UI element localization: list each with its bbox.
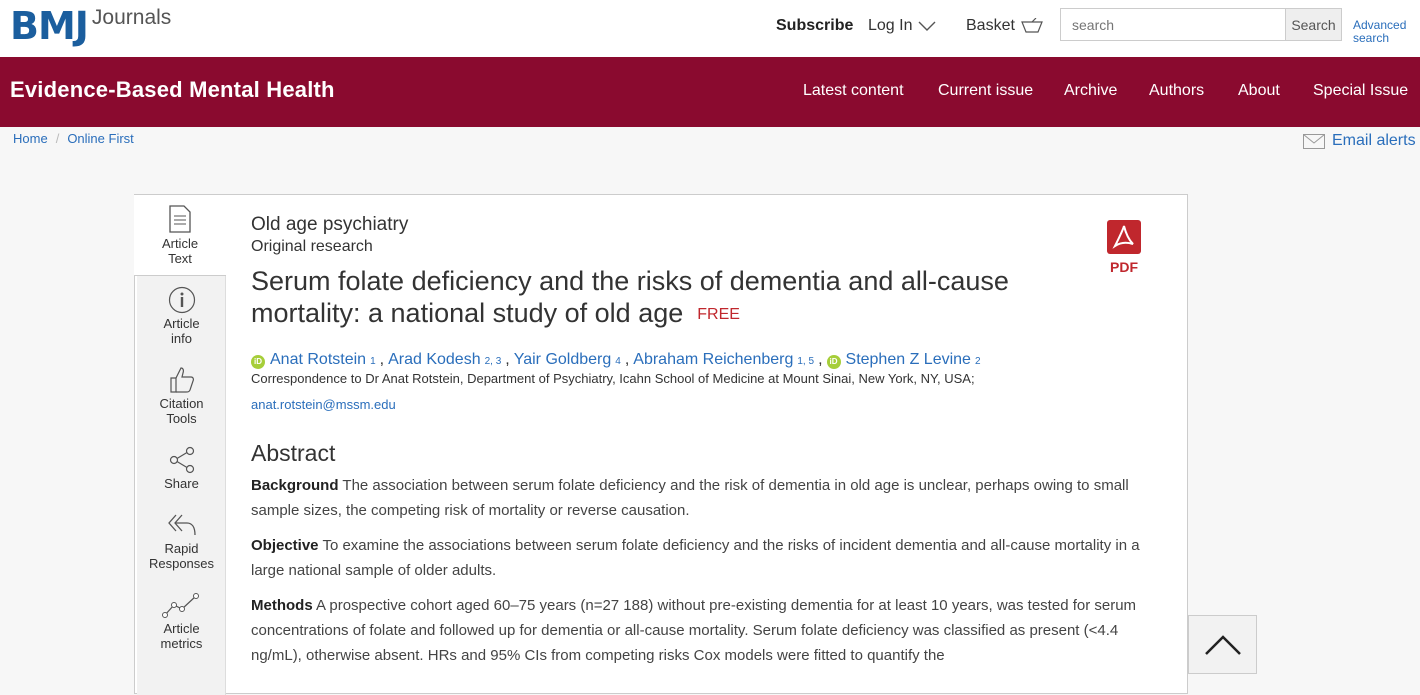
author-separator: ,	[379, 350, 385, 368]
orcid-icon[interactable]: iD	[826, 354, 841, 369]
journal-title[interactable]: Evidence-Based Mental Health	[10, 77, 335, 103]
correspondence-text: Dr Anat Rotstein, Department of Psychiat…	[365, 370, 975, 386]
abstract-background: Background The association between serum…	[251, 473, 1156, 523]
breadcrumb-separator: /	[55, 131, 60, 146]
basket-icon	[1021, 18, 1043, 33]
tool-citation-tools-label-1: Citation	[159, 396, 204, 411]
nav-latest-content[interactable]: Latest content	[803, 82, 904, 100]
document-icon	[169, 205, 191, 233]
author-link[interactable]: Yair Goldberg	[514, 351, 612, 369]
correspondence-email[interactable]: anat.rotstein@mssm.edu	[251, 397, 1161, 412]
abstract-heading: Abstract	[251, 439, 336, 466]
abstract-objective: Objective To examine the associations be…	[251, 533, 1156, 583]
author-affiliation[interactable]: 4	[615, 356, 621, 367]
author-separator: ,	[624, 350, 630, 368]
tool-article-text-label-1: Article	[161, 236, 199, 251]
search-input[interactable]	[1060, 8, 1286, 41]
tool-share[interactable]: Share	[137, 446, 226, 491]
article-type: Original research	[251, 238, 373, 255]
nav-archive[interactable]: Archive	[1064, 82, 1117, 100]
tool-article-metrics[interactable]: Article metrics	[137, 591, 226, 651]
objective-text: To examine the associations between seru…	[251, 536, 1140, 579]
advanced-search-link[interactable]: Advanced search	[1353, 19, 1406, 45]
email-alerts-link[interactable]: Email alerts	[1303, 132, 1416, 150]
tool-article-info-label-2: info	[171, 331, 192, 346]
chevron-down-icon	[918, 21, 936, 31]
nav-current-issue[interactable]: Current issue	[938, 82, 1033, 100]
author-link[interactable]: Arad Kodesh	[388, 351, 481, 369]
bmj-journals-logo[interactable]: BMJ Journals	[10, 4, 171, 48]
login-link[interactable]: Log In	[868, 0, 936, 52]
abstract-methods: Methods A prospective cohort aged 60–75 …	[251, 593, 1156, 668]
tool-citation-tools[interactable]: Citation Tools	[137, 366, 226, 426]
basket-label: Basket	[966, 17, 1015, 34]
share-icon	[169, 446, 194, 474]
author-link[interactable]: Anat Rotstein	[270, 351, 366, 369]
nav-about[interactable]: About	[1238, 82, 1280, 100]
methods-label: Methods	[251, 596, 313, 614]
subscribe-label: Subscribe	[776, 17, 854, 34]
author-affiliation[interactable]: 2, 3	[485, 356, 502, 367]
login-label: Log In	[868, 17, 913, 34]
tool-citation-tools-label-2: Tools	[166, 411, 197, 426]
subscribe-link[interactable]: Subscribe	[776, 0, 853, 52]
author-link[interactable]: Stephen Z Levine	[846, 351, 971, 369]
article-content: Old age psychiatry Original research Ser…	[251, 214, 1161, 668]
author-affiliation[interactable]: 1, 5	[797, 356, 814, 367]
article-title: Serum folate deficiency and the risks of…	[251, 265, 1031, 331]
article-section[interactable]: Old age psychiatry	[251, 214, 1161, 236]
author-separator: ,	[505, 350, 510, 368]
envelope-icon	[1303, 133, 1325, 149]
tool-article-metrics-label-1: Article	[163, 621, 200, 636]
author-affiliation[interactable]: 2	[975, 356, 981, 367]
chart-line-icon	[161, 593, 199, 618]
correspondence-label: Correspondence to	[251, 370, 362, 386]
author-list: iD Anat Rotstein 1 , Arad Kodesh 2, 3 , Ya…	[251, 351, 1161, 369]
reply-all-icon	[167, 514, 196, 536]
objective-label: Objective	[251, 536, 319, 554]
tool-article-info-label-1: Article	[163, 316, 200, 331]
breadcrumb-home[interactable]: Home	[13, 131, 48, 146]
author-link[interactable]: Abraham Reichenberg	[633, 351, 793, 369]
logo-journals-text: Journals	[91, 6, 172, 29]
free-badge: FREE	[697, 305, 740, 323]
background-text: The association between serum folate def…	[251, 476, 1129, 519]
top-bar: BMJ Journals Subscribe Log In Basket Sea…	[0, 0, 1420, 57]
tool-rapid-responses[interactable]: Rapid Responses	[137, 511, 226, 571]
back-to-top-button[interactable]	[1188, 615, 1257, 674]
info-icon	[168, 286, 195, 314]
tool-article-metrics-label-2: metrics	[160, 636, 203, 651]
basket-link[interactable]: Basket	[966, 0, 1043, 52]
correspondence: Correspondence to Dr Anat Rotstein, Depa…	[251, 371, 1161, 386]
methods-text: A prospective cohort aged 60–75 years (n…	[251, 596, 1137, 664]
article-title-text: Serum folate deficiency and the risks of…	[251, 266, 1009, 328]
logo-bmj-text: BMJ	[10, 4, 89, 48]
search-button[interactable]: Search	[1285, 8, 1342, 41]
background-label: Background	[251, 476, 339, 494]
tool-rapid-responses-label-1: Rapid	[164, 541, 199, 556]
author-separator: ,	[818, 350, 823, 368]
breadcrumb: Home / Online First	[13, 131, 134, 146]
author-affiliation[interactable]: 1	[370, 356, 376, 367]
chevron-up-icon	[1204, 634, 1241, 655]
advanced-search-label-2: search	[1353, 31, 1390, 45]
nav-authors[interactable]: Authors	[1149, 82, 1204, 100]
tool-share-label: Share	[164, 476, 199, 491]
journal-header: Evidence-Based Mental Health Latest cont…	[0, 57, 1420, 127]
tool-article-text-label-2: Text	[168, 251, 192, 266]
email-alerts-label: Email alerts	[1332, 132, 1416, 149]
nav-special-issue[interactable]: Special Issue	[1313, 82, 1408, 100]
tool-article-info[interactable]: Article info	[137, 286, 226, 346]
thumbs-up-icon	[169, 367, 194, 393]
breadcrumb-online-first[interactable]: Online First	[67, 131, 133, 146]
orcid-icon[interactable]: iD	[251, 354, 265, 369]
tool-article-text[interactable]: Article Text	[134, 195, 226, 276]
tool-rapid-responses-label-2: Responses	[148, 556, 215, 571]
